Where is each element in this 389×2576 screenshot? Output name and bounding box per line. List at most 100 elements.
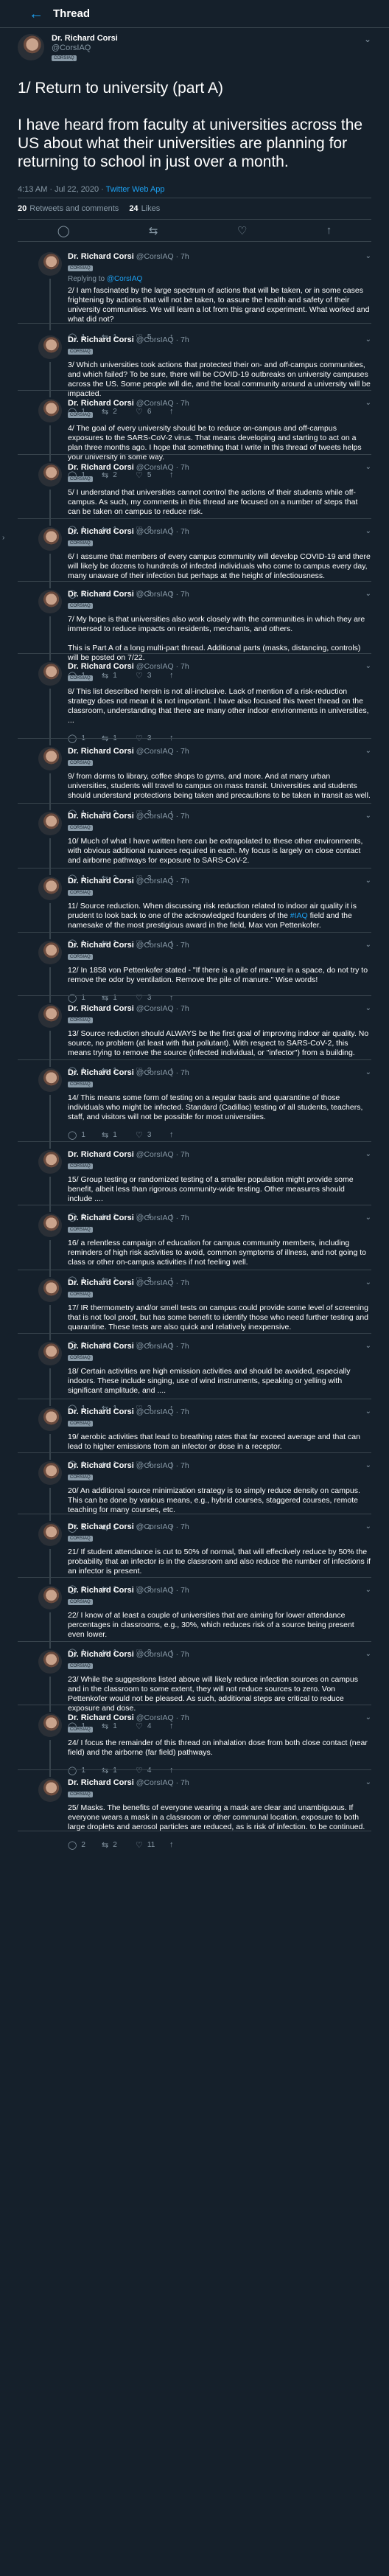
retweet-action[interactable]: ⇆1 <box>102 1130 136 1140</box>
author-handle[interactable]: @CorsIAQ · 7h <box>136 1150 189 1159</box>
author-handle[interactable]: @CorsIAQ · 7h <box>136 1342 189 1351</box>
author-name[interactable]: Dr. Richard Corsi <box>68 812 134 821</box>
avatar[interactable] <box>38 877 62 900</box>
author-name[interactable]: Dr. Richard Corsi <box>68 877 134 885</box>
share-icon[interactable]: ↑ <box>169 993 174 1002</box>
author-name[interactable]: Dr. Richard Corsi <box>68 1522 134 1531</box>
like-count[interactable]: 24 Likes <box>129 204 160 213</box>
chevron-down-icon[interactable]: ⌄ <box>365 747 371 755</box>
avatar[interactable] <box>38 1214 62 1237</box>
author-handle[interactable]: @CorsIAQ · 7h <box>136 1522 189 1531</box>
reply-tweet[interactable]: Dr. Richard Corsi @CorsIAQ · 7h ⌄ CORSIAQ 3… <box>38 335 371 417</box>
author-handle[interactable]: @CorsIAQ · 7h <box>136 941 189 950</box>
avatar[interactable] <box>38 399 62 422</box>
reply-icon[interactable]: ◯ <box>68 1766 77 1775</box>
reply-action[interactable]: ◯1 <box>68 1766 102 1775</box>
reply-tweet[interactable]: Dr. Richard Corsi @CorsIAQ · 7h ⌄ CORSIAQ 6… <box>38 527 371 599</box>
author-handle[interactable]: @CorsIAQ · 7h <box>136 812 189 821</box>
share-action[interactable]: ↑ <box>169 993 203 1002</box>
author-name[interactable]: Dr. Richard Corsi <box>68 527 134 536</box>
chevron-down-icon[interactable]: ⌄ <box>364 34 371 44</box>
author-name[interactable]: Dr. Richard Corsi <box>68 1068 134 1077</box>
reply-icon[interactable]: ◯ <box>68 1130 77 1140</box>
reply-tweet[interactable]: Dr. Richard Corsi @CorsIAQ · 7h ⌄ CORSIAQ 1… <box>38 1068 371 1149</box>
author-name[interactable]: Dr. Richard Corsi <box>68 463 134 472</box>
author-handle[interactable]: @CorsIAQ · 7h <box>136 463 189 472</box>
author-name[interactable]: Dr. Richard Corsi <box>68 1278 134 1287</box>
reply-tweet[interactable]: Dr. Richard Corsi @CorsIAQ · 7h ⌄ CORSIAQ 1… <box>38 812 371 883</box>
reply-tweet[interactable]: Dr. Richard Corsi @CorsIAQ · 7h ⌄ CORSIAQ 1… <box>38 1407 371 1469</box>
author-name[interactable]: Dr. Richard Corsi <box>68 747 134 756</box>
chevron-down-icon[interactable]: ⌄ <box>365 941 371 949</box>
author-handle[interactable]: @CorsIAQ · 7h <box>136 1713 189 1722</box>
author-handle[interactable]: @CorsIAQ · 7h <box>136 1650 189 1659</box>
reply-icon[interactable]: ◯ <box>68 1840 77 1850</box>
retweet-action[interactable]: ⇆1 <box>102 993 136 1003</box>
author-name[interactable]: Dr. Richard Corsi <box>68 1586 134 1595</box>
share-icon[interactable]: ↑ <box>169 1840 174 1849</box>
reply-action[interactable]: ◯1 <box>68 1130 102 1140</box>
author-name[interactable]: Dr. Richard Corsi <box>52 34 118 43</box>
author-name[interactable]: Dr. Richard Corsi <box>68 1004 134 1013</box>
author-name[interactable]: Dr. Richard Corsi <box>68 1150 134 1159</box>
retweet-icon[interactable]: ⇆ <box>149 224 158 237</box>
reply-icon[interactable]: ◯ <box>68 993 77 1003</box>
replying-handle[interactable]: @CorsIAQ <box>107 275 143 283</box>
avatar[interactable] <box>38 1068 62 1092</box>
reply-tweet[interactable]: Dr. Richard Corsi @CorsIAQ · 7h ⌄ CORSIAQ 4… <box>38 399 371 480</box>
share-icon[interactable]: ↑ <box>169 1766 174 1775</box>
reply-tweet[interactable]: Dr. Richard Corsi @CorsIAQ · 7h ⌄ CORSIAQ 9… <box>38 747 371 818</box>
author-handle[interactable]: @CorsIAQ · 7h <box>136 399 189 408</box>
share-icon[interactable]: ↑ <box>326 224 332 237</box>
heart-action[interactable]: ♡3 <box>136 993 169 1003</box>
chevron-down-icon[interactable]: ⌄ <box>365 1214 371 1222</box>
avatar[interactable] <box>38 747 62 770</box>
chevron-down-icon[interactable]: ⌄ <box>365 590 371 598</box>
chevron-down-icon[interactable]: ⌄ <box>365 1586 371 1594</box>
author-name[interactable]: Dr. Richard Corsi <box>68 252 134 261</box>
avatar[interactable] <box>38 1522 62 1546</box>
chevron-down-icon[interactable]: ⌄ <box>365 1068 371 1076</box>
reply-tweet[interactable]: Dr. Richard Corsi @CorsIAQ · 7h ⌄ CORSIAQ 1… <box>38 1214 371 1285</box>
reply-tweet[interactable]: Dr. Richard Corsi @CorsIAQ · 7h ⌄ CORSIAQ 8… <box>38 662 371 745</box>
heart-action[interactable]: ♡ 11 <box>136 1840 169 1850</box>
reply-icon[interactable]: ◯ <box>57 224 70 237</box>
author-handle[interactable]: @CorsIAQ · 7h <box>136 1778 189 1787</box>
chevron-down-icon[interactable]: ⌄ <box>365 1650 371 1658</box>
reply-action[interactable]: ◯ 2 <box>68 1840 102 1850</box>
tweet-timestamp[interactable]: 4:13 AM · Jul 22, 2020 · <box>18 185 106 194</box>
avatar[interactable] <box>38 1778 62 1802</box>
avatar[interactable] <box>38 1278 62 1302</box>
heart-icon[interactable]: ♡ <box>136 1766 143 1775</box>
author-handle[interactable]: @CorsIAQ · 7h <box>136 1586 189 1595</box>
chevron-down-icon[interactable]: ⌄ <box>365 1407 371 1416</box>
retweet-icon[interactable]: ⇆ <box>102 1130 108 1140</box>
chevron-down-icon[interactable]: ⌄ <box>365 1342 371 1350</box>
chevron-down-icon[interactable]: ⌄ <box>365 1150 371 1158</box>
author-handle[interactable]: @CorsIAQ · 7h <box>136 590 189 599</box>
author-name[interactable]: Dr. Richard Corsi <box>68 399 134 408</box>
reply-tweet[interactable]: Dr. Richard Corsi @CorsIAQ · 7h ⌄ CORSIAQ 5… <box>38 463 371 535</box>
author-handle[interactable]: @CorsIAQ · 7h <box>136 1278 189 1287</box>
chevron-down-icon[interactable]: ⌄ <box>365 335 371 344</box>
author-handle[interactable]: @CorsIAQ · 7h <box>136 1004 189 1013</box>
retweet-icon[interactable]: ⇆ <box>102 1840 108 1850</box>
chevron-down-icon[interactable]: ⌄ <box>365 1713 371 1722</box>
author-name[interactable]: Dr. Richard Corsi <box>68 1713 134 1722</box>
author-handle[interactable]: @CorsIAQ · 7h <box>136 877 189 885</box>
back-arrow-icon[interactable]: ← <box>27 4 46 24</box>
heart-icon[interactable]: ♡ <box>237 224 247 237</box>
avatar[interactable] <box>38 1150 62 1174</box>
reply-tweet[interactable]: Dr. Richard Corsi @CorsIAQ · 7h ⌄ CORSIAQ 1… <box>38 1278 371 1350</box>
avatar[interactable] <box>38 527 62 551</box>
reply-action[interactable]: ◯1 <box>68 993 102 1003</box>
reply-tweet[interactable]: Dr. Richard Corsi @CorsIAQ · 7h ⌄ CORSIAQ 1… <box>38 1004 371 1076</box>
author-name[interactable]: Dr. Richard Corsi <box>68 1342 134 1351</box>
author-handle[interactable]: @CorsIAQ · 7h <box>136 335 189 344</box>
chevron-down-icon[interactable]: ⌄ <box>365 1522 371 1531</box>
author-handle[interactable]: @CorsIAQ <box>52 43 118 53</box>
reply-tweet[interactable]: Dr. Richard Corsi @CorsIAQ · 7h ⌄ CORSIAQ R… <box>38 252 371 342</box>
retweet-icon[interactable]: ⇆ <box>102 1766 108 1775</box>
author-handle[interactable]: @CorsIAQ · 7h <box>136 252 189 261</box>
reply-tweet[interactable]: Dr. Richard Corsi @CorsIAQ · 7h ⌄ CORSIAQ 2… <box>38 1778 371 1850</box>
